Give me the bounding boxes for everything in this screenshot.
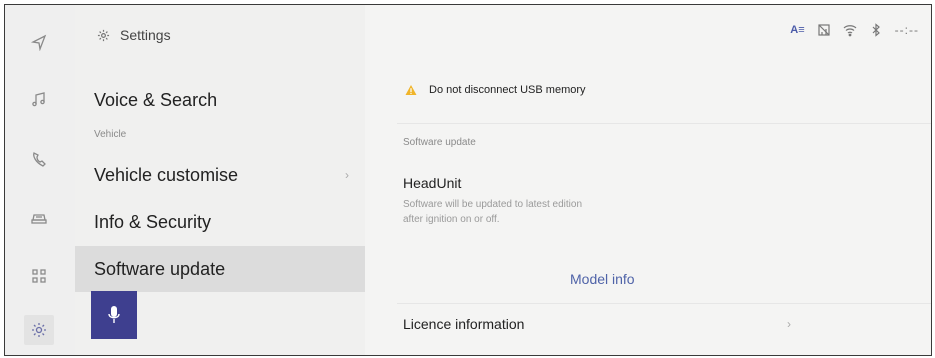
section-label-software-update: Software update: [403, 137, 476, 148]
signal-off-icon: [818, 24, 830, 36]
menu-item-software-update[interactable]: Software update: [75, 246, 365, 292]
icon-rail: [5, 5, 75, 355]
software-update-panel: A≡ --:-- Do not disconnect USB memory So…: [365, 5, 931, 355]
bluetooth-icon: [872, 23, 880, 37]
menu-item-label: Vehicle customise: [94, 164, 239, 185]
navigation-arrow-icon[interactable]: [24, 27, 54, 57]
section-label-vehicle: Vehicle: [94, 129, 127, 140]
microphone-icon: [108, 306, 120, 323]
phone-icon[interactable]: [24, 145, 54, 175]
page-title: Settings: [120, 27, 171, 43]
clock: --:--: [894, 23, 919, 37]
voice-button[interactable]: [91, 291, 137, 339]
gear-icon[interactable]: [24, 315, 54, 345]
menu-item-info-security[interactable]: Info & Security: [75, 199, 365, 245]
warning-text: Do not disconnect USB memory: [429, 84, 586, 96]
menu-item-vehicle-customise[interactable]: Vehicle customise ›: [75, 152, 365, 198]
apps-grid-icon[interactable]: [24, 261, 54, 291]
wifi-icon: [843, 25, 857, 37]
divider: [397, 123, 931, 124]
chevron-right-icon: ›: [345, 168, 349, 182]
menu-item-voice-search[interactable]: Voice & Search: [75, 77, 365, 123]
headunit-description: Software will be updated to latest editi…: [403, 197, 663, 227]
headunit-title[interactable]: HeadUnit: [403, 175, 461, 191]
headunit-desc-line-2: after ignition on or off.: [403, 214, 500, 225]
licence-information-item[interactable]: Licence information: [403, 316, 524, 332]
head-unit-screen: Settings Voice & Search Vehicle Vehicle …: [4, 4, 932, 356]
menu-item-label: Software update: [94, 258, 226, 279]
text-size-icon: A≡: [790, 24, 805, 36]
warning-icon: [405, 85, 417, 95]
menu-item-label: Voice & Search: [94, 89, 218, 110]
settings-gear-icon: [97, 29, 110, 41]
status-bar: A≡ --:--: [790, 23, 919, 37]
divider: [397, 303, 931, 304]
chevron-right-icon: ›: [787, 317, 791, 331]
music-note-icon[interactable]: [24, 85, 54, 115]
model-info-link[interactable]: Model info: [570, 271, 635, 287]
settings-header: Settings: [97, 27, 171, 43]
menu-item-label: Info & Security: [94, 211, 212, 232]
car-icon[interactable]: [24, 203, 54, 233]
usb-warning: Do not disconnect USB memory: [405, 84, 586, 96]
headunit-desc-line-1: Software will be updated to latest editi…: [403, 199, 582, 210]
settings-menu: Settings Voice & Search Vehicle Vehicle …: [75, 5, 365, 355]
